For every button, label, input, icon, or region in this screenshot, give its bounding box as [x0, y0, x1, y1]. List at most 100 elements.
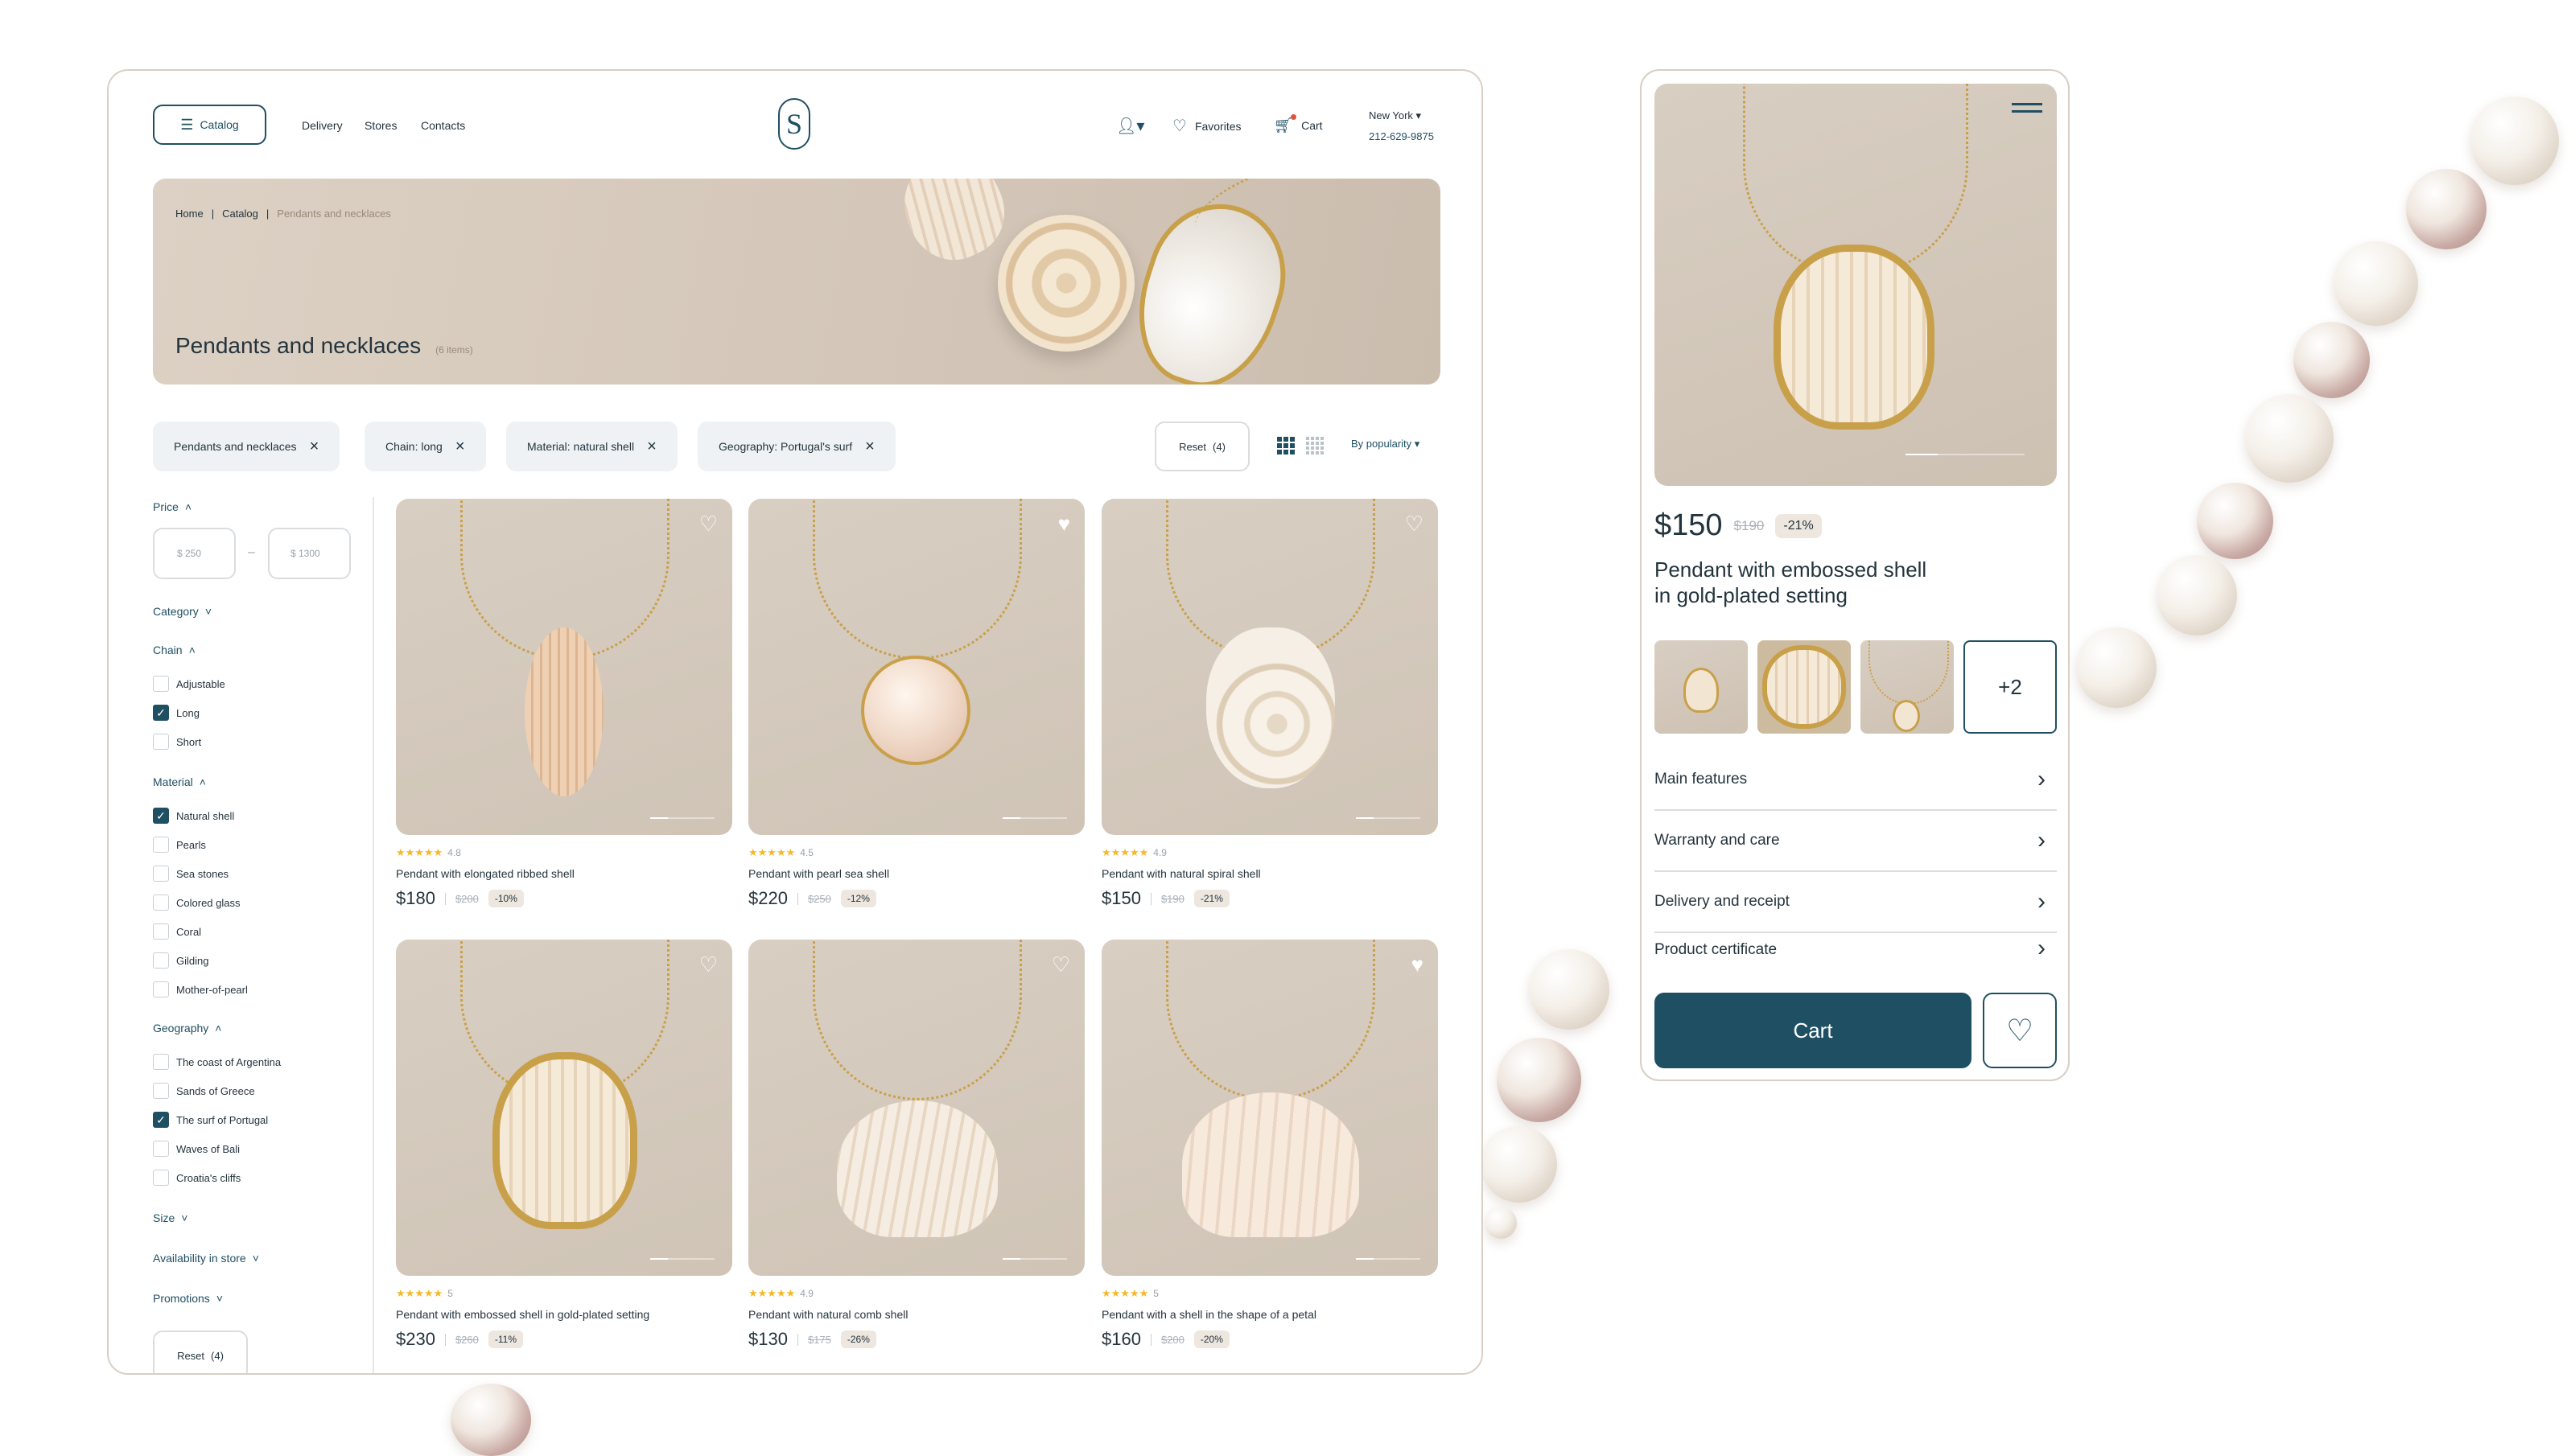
favorite-button[interactable]: ♡: [1983, 993, 2057, 1068]
accordion-warranty[interactable]: Warranty and care ›: [1654, 811, 2057, 872]
product-image[interactable]: ♡: [748, 940, 1085, 1276]
menu-icon[interactable]: [2012, 103, 2042, 113]
heart-icon[interactable]: ♡: [699, 954, 718, 975]
product-price: $220: [748, 888, 788, 908]
rating: ★★★★★ 4.8: [396, 846, 461, 858]
thumbnail-2[interactable]: [1757, 640, 1851, 734]
price-row: $220 $250 -12%: [748, 888, 1085, 909]
breadcrumb-current: Pendants and necklaces: [277, 208, 391, 220]
close-icon[interactable]: ×: [647, 438, 657, 454]
checkbox-sea-stones[interactable]: Sea stones: [153, 866, 229, 882]
add-to-cart-button[interactable]: Cart: [1654, 993, 1971, 1068]
catalog-button[interactable]: ☰ Catalog: [153, 105, 266, 145]
product-card[interactable]: ♡ ★★★★★ 5 Pendant with embossed shell in …: [396, 940, 732, 1350]
image-slider-indicator: [1356, 817, 1420, 819]
geography-filter-toggle[interactable]: Geography ˄: [153, 1022, 221, 1034]
material-filter-toggle[interactable]: Material ˄: [153, 775, 206, 788]
product-name[interactable]: Pendant with natural spiral shell: [1102, 867, 1438, 880]
phone-number[interactable]: 212-629-9875: [1369, 130, 1434, 142]
filter-chip-geography[interactable]: Geography: Portugal's surf ×: [698, 422, 896, 471]
price-row: $160 $200 -20%: [1102, 1329, 1438, 1350]
heart-icon[interactable]: ♥: [1411, 954, 1423, 975]
price-to-input[interactable]: $ 1300: [268, 528, 351, 579]
close-icon[interactable]: ×: [310, 438, 319, 454]
price-row: $150 $190 -21%: [1102, 888, 1438, 909]
account-icon[interactable]: 👤︎▾: [1116, 116, 1144, 136]
heart-icon[interactable]: ♥: [1058, 513, 1070, 534]
product-image[interactable]: ♡: [396, 499, 732, 835]
favorites-link[interactable]: ♡ Favorites: [1172, 116, 1242, 136]
chevron-down-icon: ˅: [252, 1252, 259, 1265]
checkbox-colored-glass[interactable]: Colored glass: [153, 895, 241, 911]
checkbox-pearls[interactable]: Pearls: [153, 837, 206, 853]
checkbox-croatia[interactable]: Croatia's cliffs: [153, 1170, 241, 1186]
reset-filters-button[interactable]: Reset (4): [1155, 422, 1250, 471]
rating: ★★★★★ 4.5: [748, 846, 814, 858]
product-name[interactable]: Pendant with a shell in the shape of a p…: [1102, 1308, 1438, 1321]
close-icon[interactable]: ×: [455, 438, 465, 454]
availability-filter-toggle[interactable]: Availability in store ˅: [153, 1252, 259, 1265]
breadcrumb-home[interactable]: Home: [175, 208, 204, 220]
city-selector[interactable]: New York ▾: [1369, 109, 1421, 122]
cart-link[interactable]: 🛒︎ Cart: [1274, 114, 1323, 135]
sidebar-reset-button[interactable]: Reset (4): [153, 1331, 248, 1373]
product-image[interactable]: ♡: [1102, 499, 1438, 835]
checkbox-natural-shell[interactable]: ✓ Natural shell: [153, 808, 234, 824]
checkbox-bali[interactable]: Waves of Bali: [153, 1141, 240, 1157]
checkbox-coral[interactable]: Coral: [153, 923, 201, 940]
category-filter-toggle[interactable]: Category ˅: [153, 605, 212, 618]
chain-filter-toggle[interactable]: Chain ˄: [153, 644, 196, 656]
price-filter-toggle[interactable]: Price ˄: [153, 500, 192, 513]
product-name[interactable]: Pendant with elongated ribbed shell: [396, 867, 732, 880]
checkbox-greece[interactable]: Sands of Greece: [153, 1083, 255, 1099]
pendant-image: [861, 656, 970, 765]
close-icon[interactable]: ×: [865, 438, 875, 454]
grid-view-large-icon[interactable]: [1277, 437, 1295, 454]
nav-stores[interactable]: Stores: [365, 119, 397, 132]
checkbox-adjustable[interactable]: Adjustable: [153, 676, 225, 692]
more-photos-button[interactable]: +2: [1963, 640, 2057, 734]
product-card[interactable]: ♡ ★★★★★ 4.9 Pendant with natural spiral s…: [1102, 499, 1438, 909]
checkbox-gilding[interactable]: Gilding: [153, 952, 208, 969]
checkbox-short[interactable]: Short: [153, 734, 201, 750]
breadcrumb-catalog[interactable]: Catalog: [222, 208, 258, 220]
product-card[interactable]: ♥ ★★★★★ 5 Pendant with a shell in the sha…: [1102, 940, 1438, 1350]
image-slider-indicator: [650, 817, 715, 819]
checkbox-long[interactable]: ✓ Long: [153, 705, 200, 721]
filter-chip-chain[interactable]: Chain: long ×: [365, 422, 486, 471]
thumbnail-1[interactable]: [1654, 640, 1748, 734]
nav-delivery[interactable]: Delivery: [302, 119, 343, 132]
thumbnail-3[interactable]: [1860, 640, 1954, 734]
price-from-input[interactable]: $ 250: [153, 528, 236, 579]
heart-icon[interactable]: ♡: [1405, 513, 1423, 534]
promotions-filter-toggle[interactable]: Promotions ˅: [153, 1292, 223, 1305]
filter-chip-material[interactable]: Material: natural shell ×: [506, 422, 678, 471]
product-price: $130: [748, 1329, 788, 1349]
heart-icon[interactable]: ♡: [699, 513, 718, 534]
product-card[interactable]: ♥ ★★★★★ 4.5 Pendant with pearl sea shell …: [748, 499, 1085, 909]
checkbox-mother-of-pearl[interactable]: Mother-of-pearl: [153, 981, 248, 997]
pendant-image: [1182, 1092, 1359, 1237]
product-image[interactable]: ♡: [396, 940, 732, 1276]
checkbox-portugal[interactable]: ✓ The surf of Portugal: [153, 1112, 268, 1128]
grid-view-small-icon[interactable]: [1306, 437, 1324, 454]
product-name[interactable]: Pendant with embossed shell in gold-plat…: [396, 1308, 732, 1321]
nav-contacts[interactable]: Contacts: [421, 119, 465, 132]
product-card[interactable]: ♡ ★★★★★ 4.8 Pendant with elongated ribbed…: [396, 499, 732, 909]
product-name[interactable]: Pendant with natural comb shell: [748, 1308, 1085, 1321]
accordion-delivery[interactable]: Delivery and receipt ›: [1654, 872, 2057, 933]
logo[interactable]: S: [778, 98, 810, 150]
product-image[interactable]: ♥: [1102, 940, 1438, 1276]
filter-chip-category[interactable]: Pendants and necklaces ×: [153, 422, 340, 471]
size-filter-toggle[interactable]: Size ˅: [153, 1211, 187, 1224]
product-name[interactable]: Pendant with pearl sea shell: [748, 867, 1085, 880]
accordion-main-features[interactable]: Main features ›: [1654, 750, 2057, 811]
accordion-certificate[interactable]: Product certificate ›: [1654, 933, 2057, 957]
product-card[interactable]: ♡ ★★★★★ 4.9 Pendant with natural comb she…: [748, 940, 1085, 1350]
product-price: $150: [1102, 888, 1141, 908]
heart-icon: ♡: [2005, 1014, 2034, 1048]
checkbox-argentina[interactable]: The coast of Argentina: [153, 1054, 281, 1070]
heart-icon[interactable]: ♡: [1052, 954, 1070, 975]
sort-dropdown[interactable]: By popularity ▾: [1351, 438, 1419, 450]
product-image[interactable]: ♥: [748, 499, 1085, 835]
